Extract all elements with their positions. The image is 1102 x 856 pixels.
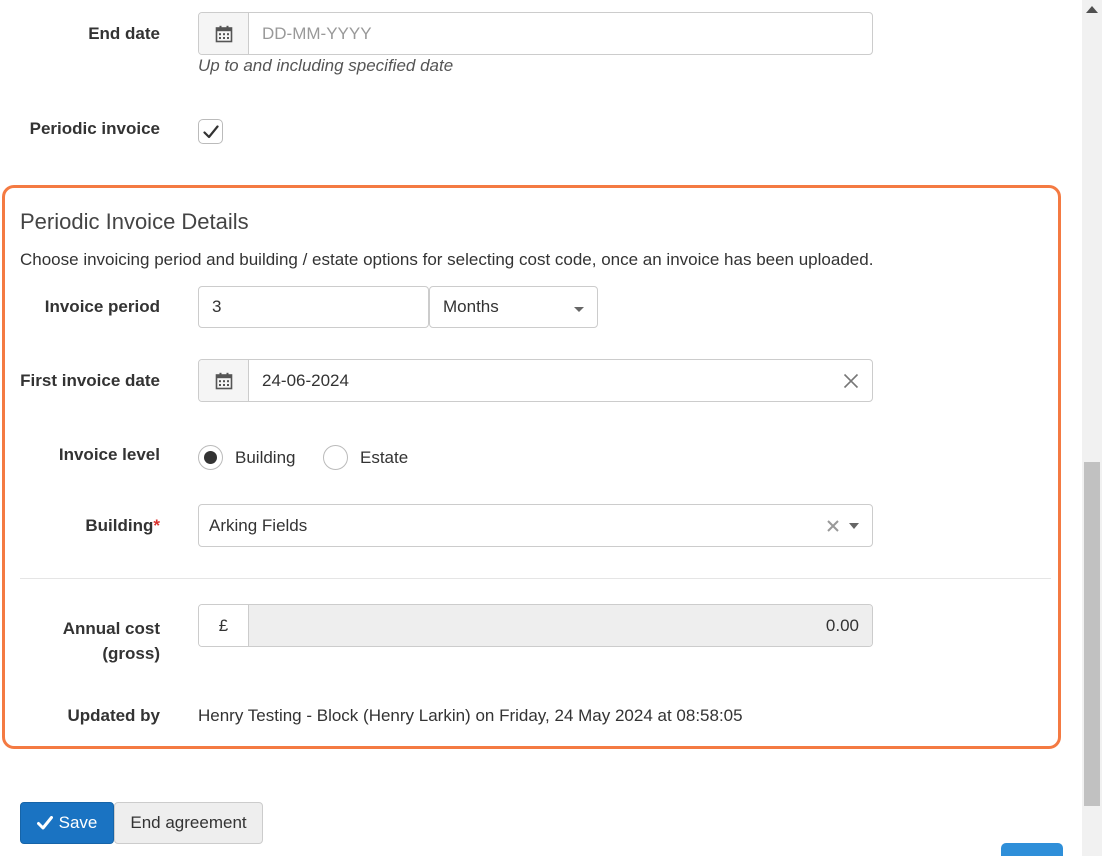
- first-invoice-date-label: First invoice date: [20, 371, 160, 390]
- building-select[interactable]: Arking Fields: [198, 504, 873, 547]
- caret-down-icon[interactable]: [849, 522, 859, 529]
- building-label: Building*: [85, 516, 160, 536]
- building-label-text: Building: [85, 516, 154, 535]
- caret-down-icon: [574, 306, 584, 312]
- end-date-help: Up to and including specified date: [198, 56, 454, 75]
- end-date-label: End date: [88, 24, 160, 43]
- invoice-period-unit-select[interactable]: Months: [429, 286, 598, 328]
- required-mark: *: [153, 516, 160, 535]
- end-date-input[interactable]: DD-MM-YYYY: [249, 13, 872, 54]
- periodic-invoice-checkbox[interactable]: [198, 119, 223, 144]
- end-date-group: DD-MM-YYYY: [198, 12, 873, 55]
- radio-building-label[interactable]: Building: [235, 448, 296, 468]
- floating-action-button[interactable]: [1001, 843, 1063, 856]
- periodic-invoice-label: Periodic invoice: [29, 119, 160, 138]
- annual-cost-input: 0.00: [249, 605, 872, 646]
- save-label: Save: [58, 813, 98, 832]
- invoice-level-label: Invoice level: [58, 445, 160, 464]
- first-invoice-date-input[interactable]: 24-06-2024: [249, 360, 830, 401]
- save-button[interactable]: Save: [20, 802, 114, 844]
- building-value: Arking Fields: [209, 515, 308, 535]
- panel-title: Periodic Invoice Details: [20, 209, 249, 234]
- annual-cost-group: £ 0.00: [198, 604, 873, 647]
- check-icon: [36, 816, 53, 830]
- scroll-up-icon[interactable]: [1086, 6, 1098, 13]
- radio-estate-label[interactable]: Estate: [360, 448, 408, 468]
- calendar-icon[interactable]: [199, 360, 249, 401]
- annual-cost-label: Annual cost (gross): [63, 616, 160, 666]
- radio-estate[interactable]: [323, 445, 348, 470]
- calendar-icon[interactable]: [199, 13, 249, 54]
- invoice-period-input[interactable]: 3: [198, 286, 429, 328]
- updated-by-value: Henry Testing - Block (Henry Larkin) on …: [198, 706, 743, 725]
- end-agreement-button[interactable]: End agreement: [114, 802, 263, 844]
- first-invoice-date-group: 24-06-2024: [198, 359, 873, 402]
- invoice-period-label: Invoice period: [44, 297, 160, 316]
- invoice-period-unit-value: Months: [443, 297, 499, 316]
- annual-cost-label-line2: (gross): [102, 644, 160, 663]
- check-icon: [202, 124, 219, 138]
- radio-building[interactable]: [198, 445, 223, 470]
- panel-description: Choose invoicing period and building / e…: [20, 250, 874, 269]
- clear-icon[interactable]: [827, 519, 839, 532]
- close-icon[interactable]: [830, 360, 872, 401]
- scrollbar-thumb[interactable]: [1084, 462, 1100, 806]
- annual-cost-label-line1: Annual cost: [62, 619, 160, 638]
- updated-by-label: Updated by: [67, 706, 160, 725]
- building-select-controls: [827, 519, 859, 532]
- currency-addon: £: [199, 605, 249, 646]
- divider: [20, 578, 1051, 579]
